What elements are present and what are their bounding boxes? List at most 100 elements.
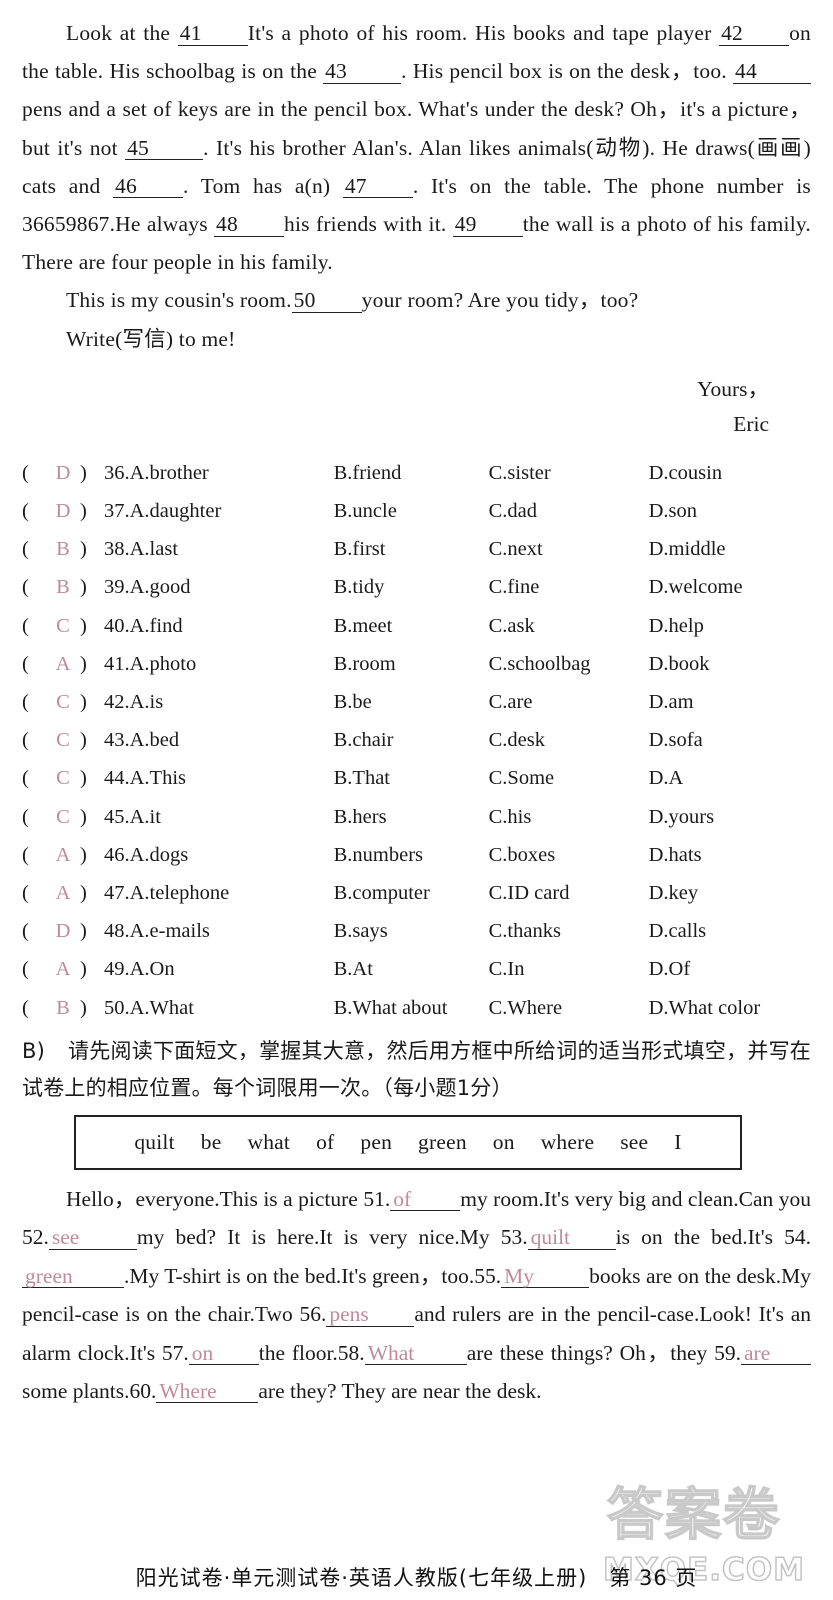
answer-letter[interactable]: D [46,492,80,530]
word-bank-item[interactable]: pen [347,1130,405,1155]
answer-letter[interactable]: A [46,874,80,912]
blank-44[interactable]: 44 [733,60,811,84]
word-bank-item[interactable]: where [528,1130,608,1155]
fill-answer-58[interactable]: What [364,1341,467,1366]
option-a[interactable]: A.What [130,989,334,1027]
option-b[interactable]: B.room [334,645,489,683]
answer-letter[interactable]: B [46,530,80,568]
option-b[interactable]: B.be [334,683,489,721]
fill-answer-60[interactable]: Where [156,1380,259,1404]
option-c[interactable]: C.fine [489,568,649,606]
option-c[interactable]: C.dad [489,492,649,530]
option-a[interactable]: A.bed [130,721,334,759]
word-bank-item[interactable]: green [405,1130,480,1155]
option-b[interactable]: B.At [334,950,489,988]
mcq-row[interactable]: (A) 41. A.photo B.room C.schoolbag D.book [22,645,811,683]
option-c[interactable]: C.boxes [489,836,649,874]
answer-letter[interactable]: C [46,683,80,721]
option-c[interactable]: C.are [489,683,649,721]
option-c[interactable]: C.In [489,950,649,988]
option-a[interactable]: A.On [130,950,334,988]
option-b[interactable]: B.uncle [334,492,489,530]
option-a[interactable]: A.e-mails [130,912,334,950]
fill-answer-52[interactable]: see [48,1226,137,1250]
blank-41[interactable]: 41 [177,22,248,46]
option-d[interactable]: D.cousin [649,454,722,492]
option-c[interactable]: C.his [489,798,649,836]
answer-letter[interactable]: A [46,836,80,874]
mcq-row[interactable]: (B) 38. A.last B.first C.next D.middle [22,530,811,568]
fill-answer-56[interactable]: pens [326,1303,415,1327]
option-a[interactable]: A.telephone [130,874,334,912]
option-a[interactable]: A.daughter [130,492,334,530]
option-b[interactable]: B.tidy [334,568,489,606]
option-b[interactable]: B.numbers [334,836,489,874]
mcq-row[interactable]: (B) 39. A.good B.tidy C.fine D.welcome [22,568,811,606]
option-d[interactable]: D.What color [649,989,761,1027]
option-d[interactable]: D.yours [649,798,714,836]
option-b[interactable]: B.That [334,759,489,797]
answer-letter[interactable]: D [46,454,80,492]
answer-letter[interactable]: C [46,607,80,645]
answer-letter[interactable]: B [46,568,80,606]
option-d[interactable]: D.book [649,645,710,683]
option-a[interactable]: A.last [130,530,334,568]
mcq-row[interactable]: (A) 47. A.telephone B.computer C.ID card D.ke… [22,874,811,912]
mcq-row[interactable]: (C) 44. A.This B.That C.Some D.A [22,759,811,797]
fill-answer-57[interactable]: on [188,1341,259,1366]
option-c[interactable]: C.sister [489,454,649,492]
mcq-row[interactable]: (C) 40. A.find B.meet C.ask D.help [22,607,811,645]
option-d[interactable]: D.A [649,759,684,797]
option-d[interactable]: D.hats [649,836,702,874]
option-a[interactable]: A.good [130,568,334,606]
option-c[interactable]: C.thanks [489,912,649,950]
mcq-row[interactable]: (B) 50. A.What B.What about C.Where D.What co… [22,989,811,1027]
answer-letter[interactable]: B [46,989,80,1027]
blank-47[interactable]: 47 [342,175,413,199]
mcq-row[interactable]: (C) 45. A.it B.hers C.his D.yours [22,798,811,836]
option-d[interactable]: D.middle [649,530,726,568]
mcq-row[interactable]: (D) 37. A.daughter B.uncle C.dad D.son [22,492,811,530]
option-b[interactable]: B.What about [334,989,489,1027]
fill-answer-55[interactable]: My [501,1265,590,1289]
blank-42[interactable]: 42 [719,22,790,46]
answer-letter[interactable]: C [46,759,80,797]
mcq-row[interactable]: (C) 42. A.is B.be C.are D.am [22,683,811,721]
blank-43[interactable]: 43 [323,60,402,84]
blank-48[interactable]: 48 [214,213,285,237]
mcq-row[interactable]: (A) 49. A.On B.At C.In D.Of [22,950,811,988]
mcq-row[interactable]: (A) 46. A.dogs B.numbers C.boxes D.hats [22,836,811,874]
word-bank-item[interactable]: what [234,1130,303,1155]
answer-letter[interactable]: C [46,721,80,759]
answer-letter[interactable]: D [46,912,80,950]
option-a[interactable]: A.dogs [130,836,334,874]
option-d[interactable]: D.Of [649,950,691,988]
blank-49[interactable]: 49 [452,213,523,237]
word-bank-item[interactable]: be [188,1130,235,1155]
option-d[interactable]: D.son [649,492,697,530]
option-b[interactable]: B.hers [334,798,489,836]
mcq-row[interactable]: (C) 43. A.bed B.chair C.desk D.sofa [22,721,811,759]
option-c[interactable]: C.ask [489,607,649,645]
blank-50[interactable]: 50 [291,289,362,313]
option-c[interactable]: C.Some [489,759,649,797]
fill-answer-53[interactable]: quilt [527,1226,616,1250]
word-bank-item[interactable]: of [303,1130,347,1155]
option-c[interactable]: C.Where [489,989,649,1027]
option-d[interactable]: D.key [649,874,699,912]
option-b[interactable]: B.chair [334,721,489,759]
blank-45[interactable]: 45 [125,137,204,161]
option-a[interactable]: A.find [130,607,334,645]
fill-answer-59[interactable]: are [741,1341,811,1366]
option-a[interactable]: A.photo [130,645,334,683]
option-c[interactable]: C.schoolbag [489,645,649,683]
answer-letter[interactable]: C [46,798,80,836]
option-a[interactable]: A.it [130,798,334,836]
mcq-row[interactable]: (D) 36. A.brother B.friend C.sister D.cousin [22,454,811,492]
option-b[interactable]: B.says [334,912,489,950]
answer-letter[interactable]: A [46,645,80,683]
word-bank-item[interactable]: on [480,1130,528,1155]
option-b[interactable]: B.computer [334,874,489,912]
option-c[interactable]: C.ID card [489,874,649,912]
option-d[interactable]: D.calls [649,912,707,950]
